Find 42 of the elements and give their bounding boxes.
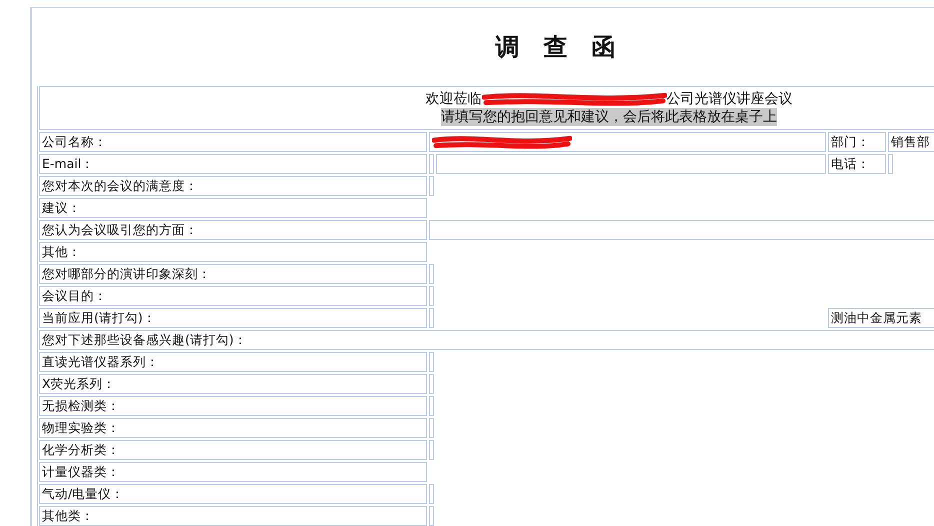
input-field[interactable] — [888, 154, 893, 174]
input-field[interactable] — [429, 506, 434, 526]
welcome-text: 公司光谱仪讲座会议 — [666, 90, 792, 108]
form-label: 其他： — [39, 242, 427, 262]
form-label: 部门： — [828, 132, 886, 152]
form-label: 直读光谱仪器系列： — [39, 352, 427, 372]
input-field[interactable] — [429, 418, 434, 438]
input-field[interactable] — [429, 264, 434, 284]
form-label: 您对哪部分的演讲印象深刻： — [39, 264, 427, 284]
form-label: 当前应用(请打勾)： — [39, 308, 427, 328]
input-field[interactable] — [429, 154, 434, 174]
form-label: 其他类： — [39, 506, 427, 526]
form-value: 测油中金属元素 — [828, 308, 934, 328]
form-label: 计量仪器类： — [39, 462, 427, 482]
form-label: 无损检测类： — [39, 396, 427, 416]
input-field[interactable] — [429, 132, 826, 152]
form-label: 气动/电量仪： — [39, 484, 427, 504]
input-field[interactable] — [429, 176, 434, 196]
form-label: 建议： — [39, 198, 427, 218]
document-title: 调 查 函 — [496, 32, 616, 63]
form-label: 会议目的： — [39, 286, 427, 306]
input-field[interactable] — [429, 374, 434, 394]
input-field[interactable] — [429, 286, 434, 306]
input-field[interactable] — [429, 396, 434, 416]
form-label: 您认为会议吸引您的方面： — [39, 220, 427, 240]
input-field[interactable] — [436, 154, 826, 174]
form-label: 公司名称： — [39, 132, 427, 152]
welcome-text: 欢迎莅临 — [426, 90, 482, 108]
form-label: 您对本次的会议的满意度： — [39, 176, 427, 196]
form-label: 电话： — [828, 154, 886, 174]
input-field[interactable] — [429, 220, 934, 240]
input-field[interactable] — [429, 308, 434, 328]
section-label: 您对下述那些设备感兴趣(请打勾)： — [39, 330, 934, 350]
form-label: 化学分析类： — [39, 440, 427, 460]
instruction-text: 请填写您的抱回意见和建议，会后将此表格放在桌子上 — [441, 108, 777, 126]
input-field[interactable] — [429, 352, 434, 372]
form-label: E-mail： — [39, 154, 427, 174]
input-field[interactable] — [429, 440, 434, 460]
input-field[interactable] — [429, 484, 434, 504]
form-value: 销售部 — [888, 132, 934, 152]
form-label: 物理实验类： — [39, 418, 427, 438]
form-label: X荧光系列： — [39, 374, 427, 394]
